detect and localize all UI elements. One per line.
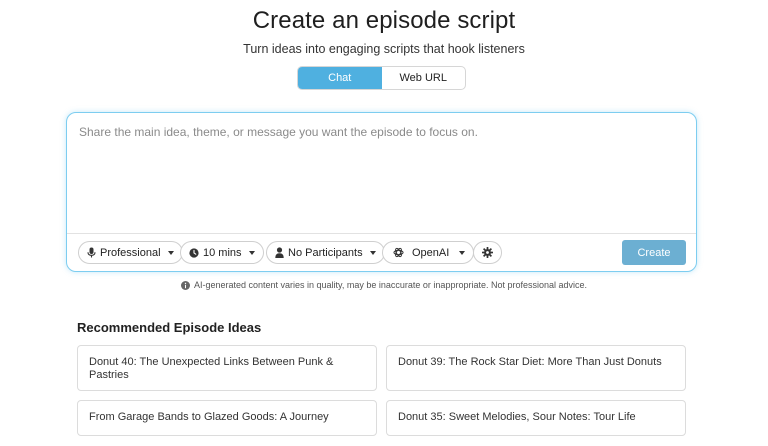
idea-card[interactable]: Donut 40: The Unexpected Links Between P… xyxy=(77,345,377,391)
duration-dropdown[interactable]: 10 mins xyxy=(180,241,264,264)
chevron-down-icon xyxy=(248,250,255,255)
openai-icon xyxy=(393,247,404,258)
duration-label: 10 mins xyxy=(203,246,242,259)
settings-button[interactable] xyxy=(473,241,502,264)
idea-card[interactable]: From Garage Bands to Glazed Goods: A Jou… xyxy=(77,400,377,436)
participants-label: No Participants xyxy=(288,246,363,259)
recommended-ideas-title: Recommended Episode Ideas xyxy=(77,320,262,335)
page-title: Create an episode script xyxy=(252,7,516,34)
gear-icon xyxy=(482,247,493,258)
chevron-down-icon xyxy=(369,250,376,255)
mode-toggle: Chat Web URL xyxy=(297,66,466,90)
person-icon xyxy=(275,247,284,258)
tab-chat[interactable]: Chat xyxy=(298,67,382,89)
microphone-icon xyxy=(87,247,96,258)
tone-label: Professional xyxy=(100,246,161,259)
episode-idea-input[interactable] xyxy=(67,113,696,233)
model-dropdown[interactable]: OpenAI xyxy=(382,241,475,264)
clock-icon xyxy=(189,247,199,258)
info-icon xyxy=(180,280,190,290)
page: Create an episode script Turn ideas into… xyxy=(0,0,768,446)
chevron-down-icon xyxy=(167,250,174,255)
create-button[interactable]: Create xyxy=(622,240,686,265)
chevron-down-icon xyxy=(459,250,466,255)
page-subtitle: Turn ideas into engaging scripts that ho… xyxy=(243,42,525,56)
participants-dropdown[interactable]: No Participants xyxy=(266,241,385,264)
tab-web-url[interactable]: Web URL xyxy=(382,67,466,89)
episode-composer: Professional 10 mins No Participants xyxy=(66,112,697,272)
ai-disclaimer: AI-generated content varies in quality, … xyxy=(0,280,768,290)
composer-divider xyxy=(67,233,696,234)
model-label: OpenAI xyxy=(412,246,450,259)
tone-dropdown[interactable]: Professional xyxy=(78,241,183,264)
idea-card[interactable]: Donut 35: Sweet Melodies, Sour Notes: To… xyxy=(386,400,686,436)
disclaimer-text: AI-generated content varies in quality, … xyxy=(193,280,588,290)
idea-card[interactable]: Donut 39: The Rock Star Diet: More Than … xyxy=(386,345,686,391)
